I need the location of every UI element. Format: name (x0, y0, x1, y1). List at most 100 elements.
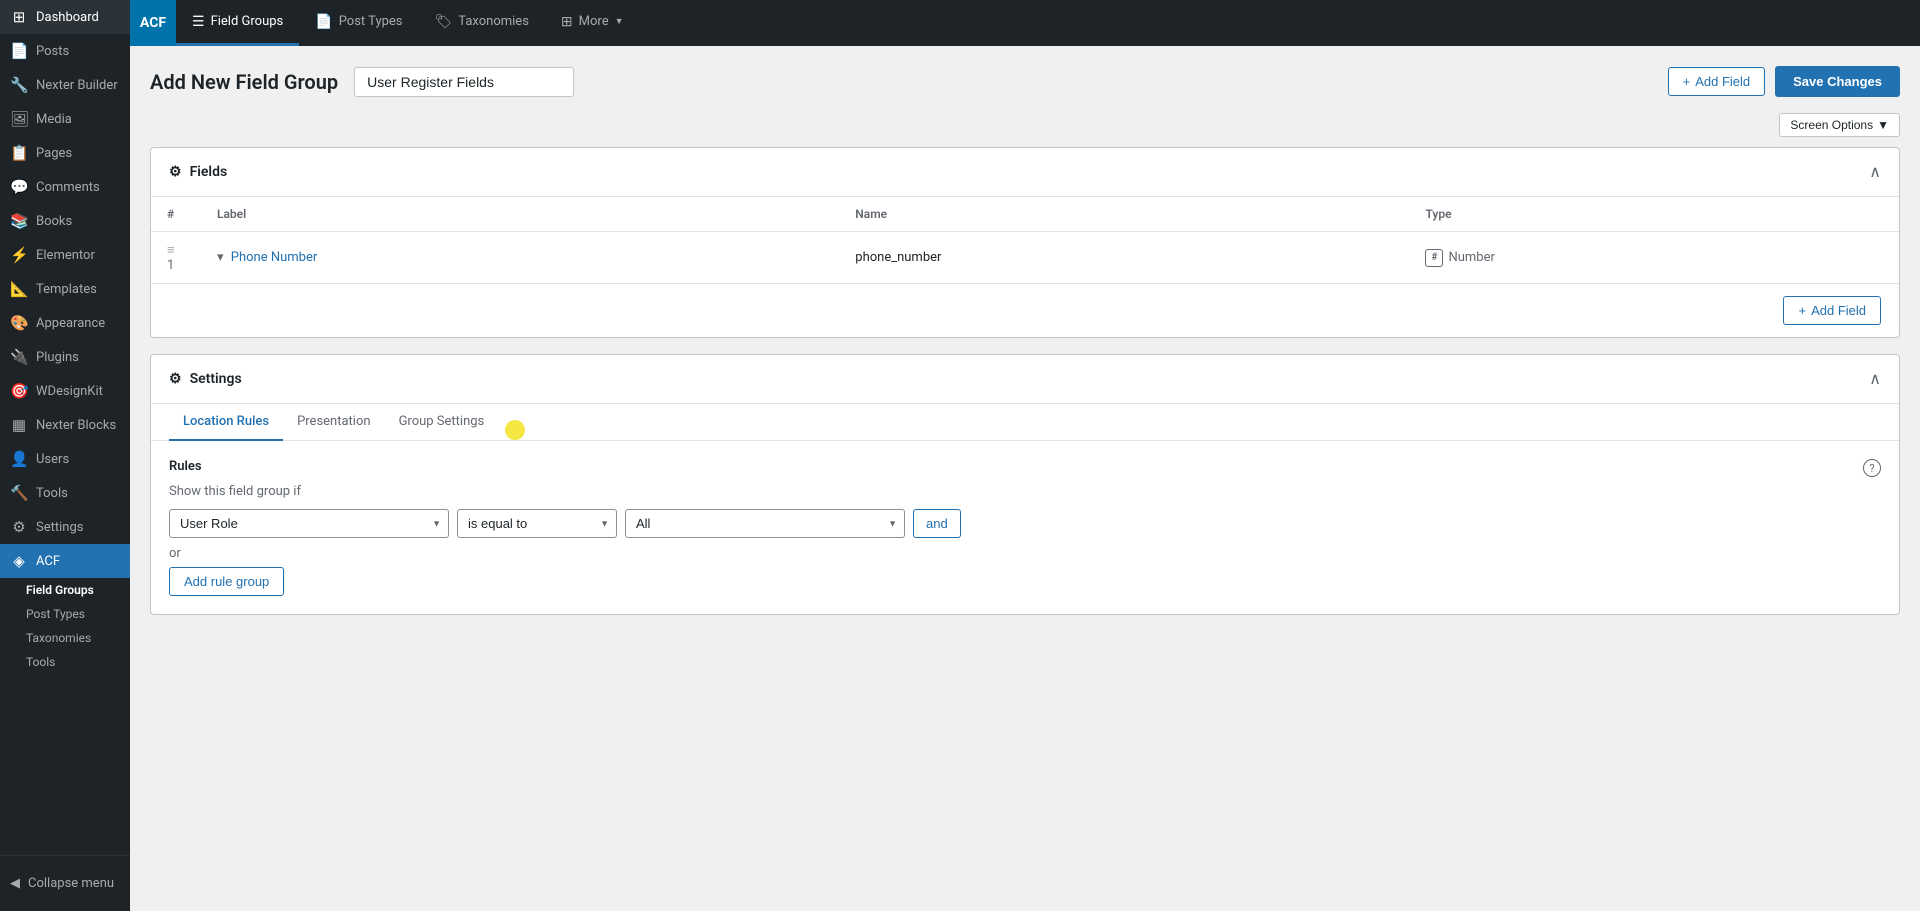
sidebar-item-settings[interactable]: ⚙ Settings (0, 510, 130, 544)
fields-card-collapse-button[interactable]: ∧ (1869, 162, 1881, 182)
row-label-cell: ▾ Phone Number (201, 232, 839, 284)
drag-handle-icon[interactable]: ≡ (167, 243, 175, 258)
col-header-num: # (151, 197, 201, 232)
top-nav-tab-post-types[interactable]: 📄 Post Types (299, 0, 418, 46)
elementor-icon: ⚡ (10, 246, 28, 264)
add-field-button-footer[interactable]: + Add Field (1783, 296, 1881, 325)
settings-card: ⚙ Settings ∧ Location Rules Presentation… (150, 354, 1900, 615)
sidebar-item-label: Tools (36, 486, 68, 501)
and-button[interactable]: and (913, 509, 961, 538)
acf-logo: ACF (130, 0, 176, 46)
rule-value-wrap: All Administrator Editor Author Contribu… (625, 509, 905, 538)
dashboard-icon: ⊞ (10, 8, 28, 26)
sidebar-item-nexter-blocks[interactable]: ▦ Nexter Blocks (0, 408, 130, 442)
tools-icon: 🔨 (10, 484, 28, 502)
field-expand-icon[interactable]: ▾ (217, 250, 224, 265)
settings-card-collapse-button[interactable]: ∧ (1869, 369, 1881, 389)
col-header-type: Type (1409, 197, 1899, 232)
wdesignkit-icon: 🎯 (10, 382, 28, 400)
save-changes-button[interactable]: Save Changes (1775, 66, 1900, 97)
collapse-menu-button[interactable]: ◀ Collapse menu (10, 872, 120, 895)
sidebar-item-users[interactable]: 👤 Users (0, 442, 130, 476)
sidebar-item-pages[interactable]: 📋 Pages (0, 136, 130, 170)
sidebar-item-label: WDesignKit (36, 384, 103, 399)
rule-operator-wrap: is equal to is not equal to (457, 509, 617, 538)
field-groups-tab-icon: ☰ (192, 14, 205, 30)
col-header-label: Label (201, 197, 839, 232)
sidebar-item-appearance[interactable]: 🎨 Appearance (0, 306, 130, 340)
more-tab-icon: ⊞ (561, 14, 573, 30)
posts-icon: 📄 (10, 42, 28, 60)
screen-options-bar: Screen Options ▼ (150, 113, 1900, 137)
sidebar-item-label: Books (36, 214, 72, 229)
row-name-cell: phone_number (839, 232, 1409, 284)
add-field-button-header[interactable]: + Add Field (1668, 67, 1766, 96)
sidebar-item-label: Dashboard (36, 10, 99, 25)
sidebar-item-label: ACF (36, 554, 60, 569)
sidebar-item-label: Comments (36, 180, 100, 195)
more-chevron-icon: ▼ (615, 16, 624, 27)
comments-icon: 💬 (10, 178, 28, 196)
users-icon: 👤 (10, 450, 28, 468)
rule-param-select[interactable]: User Role Post Type Page Template Page P… (169, 509, 449, 538)
tab-location-rules[interactable]: Location Rules (169, 404, 283, 441)
sidebar-sub-item-post-types[interactable]: Post Types (0, 602, 130, 626)
field-label-link[interactable]: Phone Number (231, 250, 318, 265)
help-icon[interactable]: ? (1863, 459, 1881, 477)
rule-row: User Role Post Type Page Template Page P… (169, 509, 1881, 538)
sidebar-item-books[interactable]: 📚 Books (0, 204, 130, 238)
settings-tabs: Location Rules Presentation Group Settin… (151, 404, 1899, 441)
sidebar-item-templates[interactable]: 📐 Templates (0, 272, 130, 306)
row-num-cell: ≡ 1 (151, 232, 201, 284)
add-rule-group-button[interactable]: Add rule group (169, 567, 284, 596)
field-group-name-input[interactable] (354, 67, 574, 97)
tab-presentation[interactable]: Presentation (283, 404, 385, 441)
sidebar-item-media[interactable]: 🖼 Media (0, 102, 130, 136)
rule-value-select[interactable]: All Administrator Editor Author Contribu… (625, 509, 905, 538)
sidebar-item-label: Pages (36, 146, 72, 161)
tab-group-settings[interactable]: Group Settings (385, 404, 499, 441)
sidebar-sub-item-tools[interactable]: Tools (0, 650, 130, 674)
sidebar-item-elementor[interactable]: ⚡ Elementor (0, 238, 130, 272)
sidebar-item-label: Templates (36, 282, 97, 297)
table-row: ≡ 1 ▾ Phone Number phone_number (151, 232, 1899, 284)
top-nav-tab-field-groups[interactable]: ☰ Field Groups (176, 0, 299, 46)
settings-card-header: ⚙ Settings ∧ (151, 355, 1899, 404)
sidebar-sub-item-field-groups[interactable]: Field Groups (0, 578, 130, 602)
plus-icon: + (1683, 74, 1691, 89)
sidebar-item-plugins[interactable]: 🔌 Plugins (0, 340, 130, 374)
fields-card-body: # Label Name Type ≡ 1 (151, 197, 1899, 337)
settings-card-body: Location Rules Presentation Group Settin… (151, 404, 1899, 614)
sidebar-item-dashboard[interactable]: ⊞ Dashboard (0, 0, 130, 34)
sidebar-item-label: Settings (36, 520, 83, 535)
top-nav-tab-more[interactable]: ⊞ More ▼ (545, 0, 640, 46)
sidebar-item-nexter-builder[interactable]: 🔧 Nexter Builder (0, 68, 130, 102)
fields-card-footer: + Add Field (151, 283, 1899, 337)
location-rules-content: Rules Show this field group if ? User Ro… (151, 441, 1899, 614)
top-nav-tab-taxonomies[interactable]: 🏷 Taxonomies (419, 0, 545, 46)
col-header-name: Name (839, 197, 1409, 232)
row-type-cell: # Number (1409, 232, 1899, 284)
sidebar-sub-item-taxonomies[interactable]: Taxonomies (0, 626, 130, 650)
show-if-label: Show this field group if (169, 484, 301, 499)
content-area: Add New Field Group + Add Field Save Cha… (130, 46, 1920, 911)
sidebar-item-comments[interactable]: 💬 Comments (0, 170, 130, 204)
sidebar-item-posts[interactable]: 📄 Posts (0, 34, 130, 68)
rule-param-wrap: User Role Post Type Page Template Page P… (169, 509, 449, 538)
page-header: Add New Field Group + Add Field Save Cha… (150, 66, 1900, 97)
page-title: Add New Field Group (150, 70, 338, 94)
nexter-blocks-icon: ▦ (10, 416, 28, 434)
sidebar-item-tools[interactable]: 🔨 Tools (0, 476, 130, 510)
sidebar-item-wdesignkit[interactable]: 🎯 WDesignKit (0, 374, 130, 408)
main-area: ACF ☰ Field Groups 📄 Post Types 🏷 Taxono… (130, 0, 1920, 911)
plugins-icon: 🔌 (10, 348, 28, 366)
sidebar-item-acf[interactable]: ◈ ACF (0, 544, 130, 578)
or-label: or (169, 546, 1881, 561)
sidebar-item-label: Nexter Builder (36, 78, 118, 93)
fields-card: ⚙ Fields ∧ # Label Name Type (150, 147, 1900, 338)
screen-options-button[interactable]: Screen Options ▼ (1779, 113, 1900, 137)
number-type-icon: # (1425, 249, 1443, 267)
plus-icon-footer: + (1798, 303, 1806, 318)
nexter-builder-icon: 🔧 (10, 76, 28, 94)
rule-operator-select[interactable]: is equal to is not equal to (457, 509, 617, 538)
